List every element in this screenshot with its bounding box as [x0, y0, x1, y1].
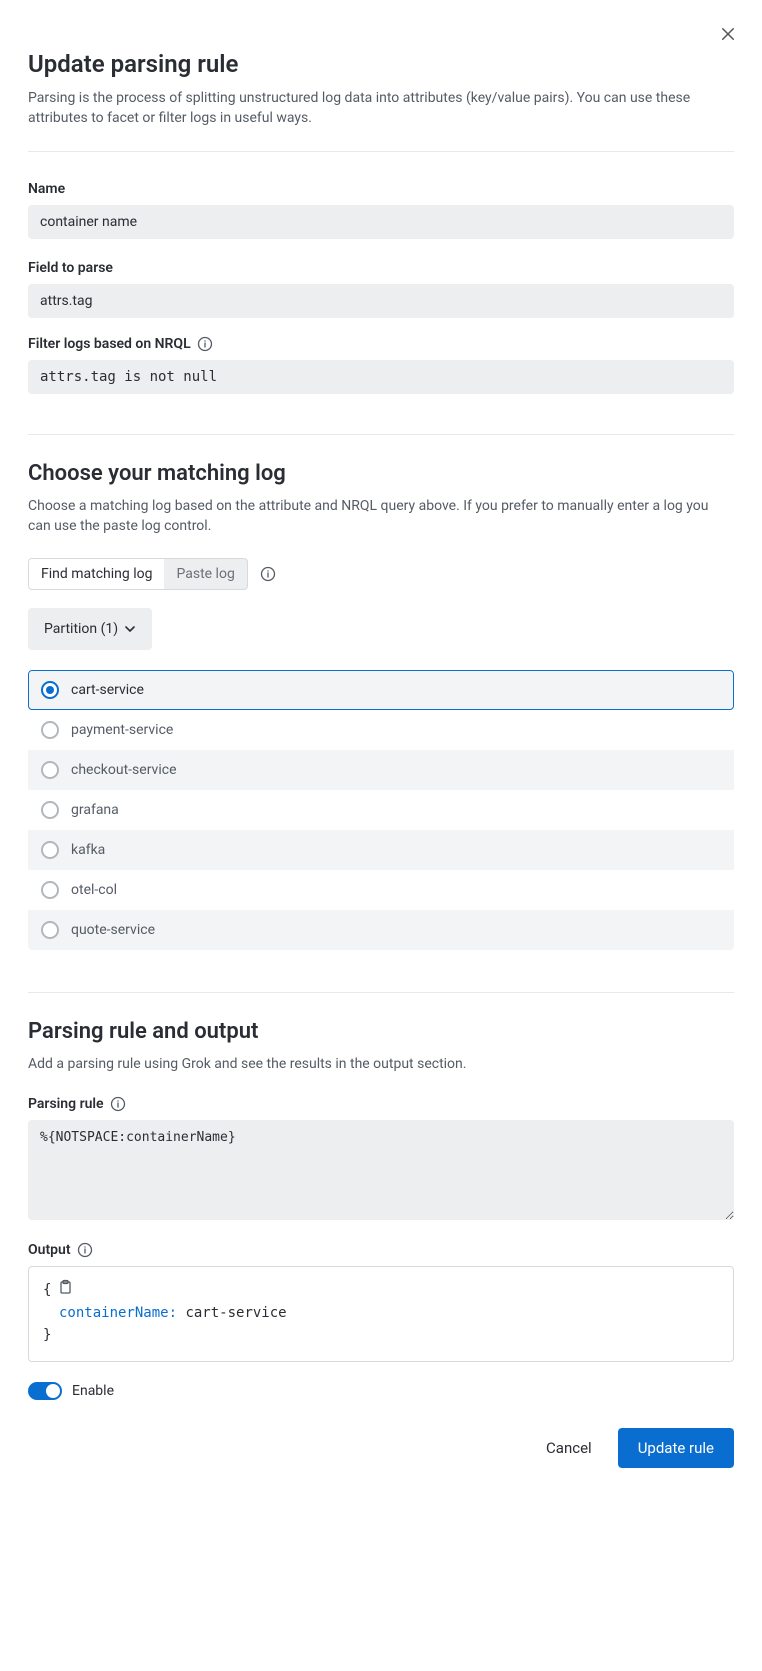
- info-icon[interactable]: [77, 1242, 93, 1258]
- page-title: Update parsing rule: [28, 50, 734, 78]
- radio-icon: [41, 921, 59, 939]
- divider: [28, 992, 734, 993]
- find-matching-log-tab[interactable]: Find matching log: [29, 559, 164, 589]
- update-rule-button[interactable]: Update rule: [618, 1428, 734, 1468]
- info-icon[interactable]: [110, 1096, 126, 1112]
- output-box: { containerName: cart-service }: [28, 1266, 734, 1361]
- enable-toggle[interactable]: [28, 1382, 62, 1400]
- radio-icon: [41, 881, 59, 899]
- enable-label: Enable: [72, 1383, 114, 1399]
- log-option[interactable]: kafka: [28, 830, 734, 870]
- paste-log-tab[interactable]: Paste log: [164, 559, 246, 589]
- log-option[interactable]: checkout-service: [28, 750, 734, 790]
- radio-icon: [41, 801, 59, 819]
- log-option-label: cart-service: [71, 682, 144, 698]
- field-to-parse-input[interactable]: [28, 284, 734, 318]
- nrql-filter-input[interactable]: [28, 360, 734, 394]
- output-key: containerName:: [59, 1305, 177, 1321]
- output-value: cart-service: [185, 1305, 286, 1321]
- partition-label: Partition (1): [44, 621, 118, 637]
- matching-log-title: Choose your matching log: [28, 461, 734, 486]
- log-option-label: grafana: [71, 802, 119, 818]
- radio-icon: [41, 681, 59, 699]
- log-option[interactable]: payment-service: [28, 710, 734, 750]
- partition-dropdown[interactable]: Partition (1): [28, 608, 152, 650]
- parsing-section-title: Parsing rule and output: [28, 1019, 734, 1044]
- radio-icon: [41, 761, 59, 779]
- close-icon: [719, 25, 737, 43]
- info-icon[interactable]: [197, 336, 213, 352]
- matching-log-description: Choose a matching log based on the attri…: [28, 496, 734, 537]
- parsing-section-description: Add a parsing rule using Grok and see th…: [28, 1054, 734, 1074]
- field-to-parse-label: Field to parse: [28, 260, 113, 276]
- log-option-label: kafka: [71, 842, 105, 858]
- log-option[interactable]: otel-col: [28, 870, 734, 910]
- clipboard-icon[interactable]: [57, 1279, 73, 1295]
- name-input[interactable]: [28, 205, 734, 239]
- parsing-rule-input[interactable]: [28, 1120, 734, 1220]
- log-option-label: checkout-service: [71, 762, 177, 778]
- cancel-button[interactable]: Cancel: [536, 1428, 602, 1468]
- log-option-label: otel-col: [71, 882, 117, 898]
- radio-icon: [41, 721, 59, 739]
- parsing-rule-label: Parsing rule: [28, 1096, 104, 1112]
- log-option-label: quote-service: [71, 922, 155, 938]
- chevron-down-icon: [124, 623, 136, 635]
- divider: [28, 151, 734, 152]
- divider: [28, 434, 734, 435]
- log-option[interactable]: grafana: [28, 790, 734, 830]
- name-label: Name: [28, 181, 65, 197]
- matching-log-list: cart-service payment-service checkout-serv…: [28, 670, 734, 950]
- log-option[interactable]: quote-service: [28, 910, 734, 950]
- info-icon[interactable]: [260, 566, 276, 582]
- output-label: Output: [28, 1242, 71, 1258]
- log-source-segmented: Find matching log Paste log: [28, 558, 248, 590]
- close-button[interactable]: [716, 22, 740, 46]
- radio-icon: [41, 841, 59, 859]
- log-option[interactable]: cart-service: [28, 670, 734, 710]
- page-description: Parsing is the process of splitting unst…: [28, 88, 734, 129]
- nrql-filter-label: Filter logs based on NRQL: [28, 336, 191, 352]
- log-option-label: payment-service: [71, 722, 173, 738]
